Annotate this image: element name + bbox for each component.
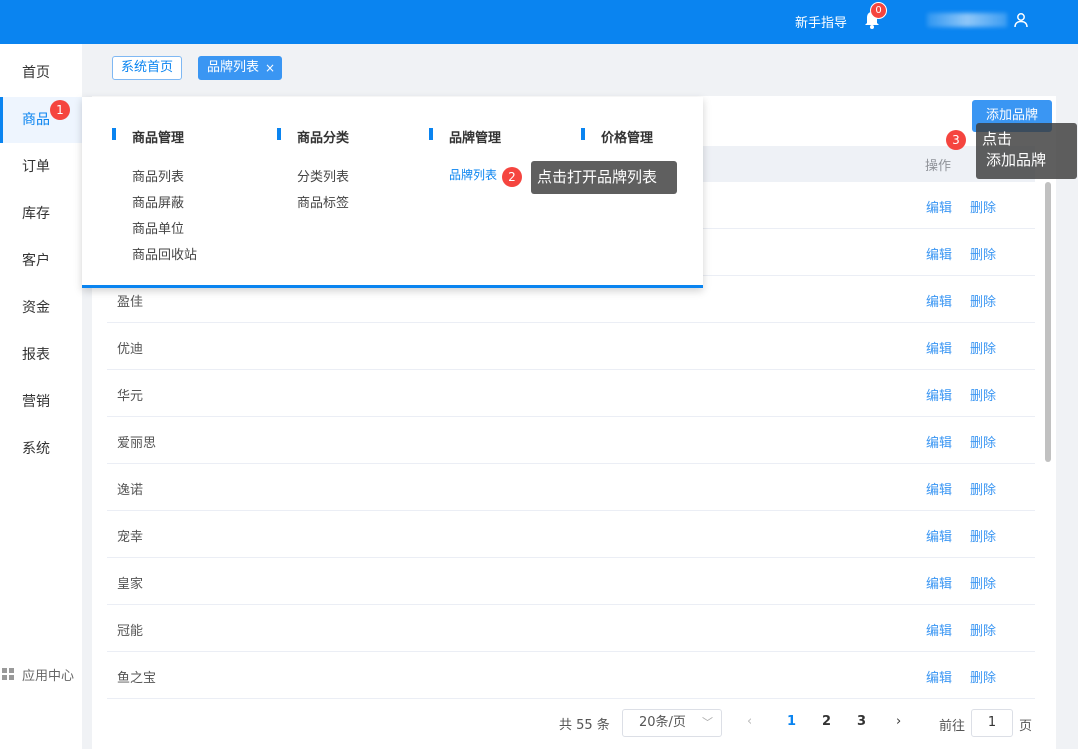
page-1[interactable]: 1 xyxy=(787,714,796,729)
user-icon[interactable] xyxy=(1013,12,1029,28)
edit-button[interactable]: 编辑 xyxy=(926,244,952,263)
edit-button[interactable]: 编辑 xyxy=(926,385,952,404)
edit-button[interactable]: 编辑 xyxy=(926,620,952,639)
column-header-operation: 操作 xyxy=(925,159,952,174)
page-3[interactable]: 3 xyxy=(857,714,866,729)
delete-button[interactable]: 删除 xyxy=(970,291,996,310)
menu-item-category-list[interactable]: 分类列表 xyxy=(297,166,349,185)
sidebar-item-inventory[interactable]: 库存 xyxy=(0,191,82,237)
guide-tooltip-3-line1: 点击 xyxy=(982,130,1013,148)
step-badge-2: 2 xyxy=(502,167,522,187)
menu-item-goods-tags[interactable]: 商品标签 xyxy=(297,192,349,211)
table-row: 冠能 编辑 删除 xyxy=(107,605,1035,652)
table-row: 皇家 编辑 删除 xyxy=(107,558,1035,605)
menu-group-goods-category: 商品分类 xyxy=(277,127,349,146)
menu-group-brand-management: 品牌管理 xyxy=(429,127,501,146)
edit-button[interactable]: 编辑 xyxy=(926,338,952,357)
guide-tooltip-3: 点击 添加品牌 xyxy=(976,123,1077,179)
goto-label: 前往 xyxy=(939,719,966,734)
sidebar-item-system[interactable]: 系统 xyxy=(0,426,82,472)
brand-name-cell: 逸诺 xyxy=(117,483,144,498)
tag-brand-list[interactable]: 品牌列表 × xyxy=(198,56,283,80)
step-badge-1: 1 xyxy=(50,100,70,120)
sidebar-item-home[interactable]: 首页 xyxy=(0,50,82,96)
brand-name-cell: 爱丽思 xyxy=(117,436,157,451)
edit-button[interactable]: 编辑 xyxy=(926,526,952,545)
edit-button[interactable]: 编辑 xyxy=(926,291,952,310)
brand-name-cell: 鱼之宝 xyxy=(117,671,157,686)
brand-name-cell: 优迪 xyxy=(117,342,144,357)
brand-name-cell: 冠能 xyxy=(117,624,144,639)
tag-home[interactable]: 系统首页 xyxy=(112,56,183,80)
goto-page-input[interactable]: 1 xyxy=(971,709,1013,737)
edit-button[interactable]: 编辑 xyxy=(926,479,952,498)
sidebar-item-goods[interactable]: 商品 xyxy=(0,97,82,143)
sidebar-item-reports[interactable]: 报表 xyxy=(0,332,82,378)
scrollbar[interactable] xyxy=(1045,182,1051,462)
delete-button[interactable]: 删除 xyxy=(970,244,996,263)
close-icon[interactable]: × xyxy=(265,57,275,79)
delete-button[interactable]: 删除 xyxy=(970,667,996,686)
guide-tooltip-3-line2: 添加品牌 xyxy=(986,151,1047,169)
app-center-link[interactable]: 应用中心 xyxy=(2,664,74,684)
edit-button[interactable]: 编辑 xyxy=(926,432,952,451)
table-row: 逸诺 编辑 删除 xyxy=(107,464,1035,511)
sidebar-item-orders[interactable]: 订单 xyxy=(0,144,82,190)
delete-button[interactable]: 删除 xyxy=(970,526,996,545)
guide-tooltip-2: 点击打开品牌列表 xyxy=(531,161,677,194)
beginner-guide-link[interactable]: 新手指导 xyxy=(795,12,847,31)
delete-button[interactable]: 删除 xyxy=(970,573,996,592)
pagination-total: 共 55 条 xyxy=(559,718,610,733)
table-row: 华元 编辑 删除 xyxy=(107,370,1035,417)
delete-button[interactable]: 删除 xyxy=(970,197,996,216)
tag-brand-list-label: 品牌列表 xyxy=(207,60,260,75)
next-page-icon[interactable]: › xyxy=(896,714,901,729)
sidebar: 首页 商品 订单 库存 客户 资金 报表 营销 系统 应用中心 xyxy=(0,44,82,749)
table-row: 宠幸 编辑 删除 xyxy=(107,511,1035,558)
delete-button[interactable]: 删除 xyxy=(970,338,996,357)
edit-button[interactable]: 编辑 xyxy=(926,573,952,592)
edit-button[interactable]: 编辑 xyxy=(926,197,952,216)
menu-item-brand-list[interactable]: 品牌列表 xyxy=(449,166,497,183)
grid-icon xyxy=(2,668,14,680)
menu-item-goods-block[interactable]: 商品屏蔽 xyxy=(132,192,184,211)
app-center-label: 应用中心 xyxy=(22,668,75,684)
page-size-select[interactable]: 20条/页 ﹀ xyxy=(622,709,722,737)
edit-button[interactable]: 编辑 xyxy=(926,667,952,686)
menu-group-price-management: 价格管理 xyxy=(581,127,653,146)
brand-name-cell: 宠幸 xyxy=(117,530,144,545)
brand-name-cell: 皇家 xyxy=(117,577,144,592)
brand-name-cell: 华元 xyxy=(117,389,144,404)
notification-badge: 0 xyxy=(870,2,887,19)
delete-button[interactable]: 删除 xyxy=(970,432,996,451)
delete-button[interactable]: 删除 xyxy=(970,479,996,498)
page-size-value: 20条/页 xyxy=(639,715,686,730)
table-row: 鱼之宝 编辑 删除 xyxy=(107,652,1035,699)
top-bar: 新手指导 0 xyxy=(0,0,1078,44)
menu-group-goods-management: 商品管理 xyxy=(112,127,184,146)
table-row: 优迪 编辑 删除 xyxy=(107,323,1035,370)
menu-item-goods-recycle[interactable]: 商品回收站 xyxy=(132,244,197,263)
prev-page-icon[interactable]: ‹ xyxy=(747,714,752,729)
username-blurred[interactable] xyxy=(927,13,1007,27)
delete-button[interactable]: 删除 xyxy=(970,620,996,639)
goto-unit: 页 xyxy=(1019,719,1033,734)
menu-item-goods-list[interactable]: 商品列表 xyxy=(132,166,184,185)
page-2[interactable]: 2 xyxy=(822,714,831,729)
sidebar-item-marketing[interactable]: 营销 xyxy=(0,379,82,425)
brand-name-cell: 盈佳 xyxy=(117,295,144,310)
sidebar-item-customers[interactable]: 客户 xyxy=(0,238,82,284)
table-row: 爱丽思 编辑 删除 xyxy=(107,417,1035,464)
sidebar-item-funds[interactable]: 资金 xyxy=(0,285,82,331)
delete-button[interactable]: 删除 xyxy=(970,385,996,404)
chevron-down-icon: ﹀ xyxy=(702,716,713,729)
step-badge-3: 3 xyxy=(946,130,966,150)
menu-item-goods-unit[interactable]: 商品单位 xyxy=(132,218,184,237)
